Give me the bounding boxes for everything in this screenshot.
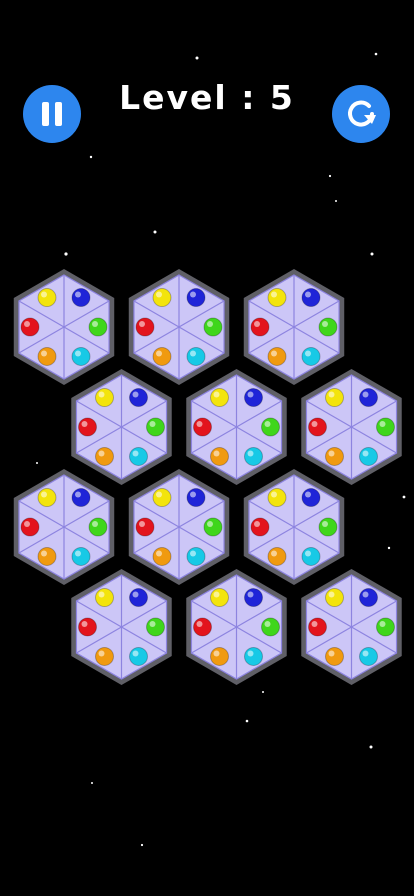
ball-yellow[interactable] <box>267 488 287 508</box>
ball-red[interactable] <box>78 417 97 437</box>
ball-yellow[interactable] <box>210 388 229 408</box>
ball-red[interactable] <box>78 617 97 637</box>
hex-tile[interactable] <box>243 269 345 385</box>
ball-blue[interactable] <box>359 588 378 608</box>
hex-tile[interactable] <box>301 569 402 685</box>
ball-cyan[interactable] <box>71 546 91 566</box>
ball-red[interactable] <box>308 417 327 437</box>
ball-green[interactable] <box>203 517 223 537</box>
ball-yellow[interactable] <box>325 388 344 408</box>
ball-yellow[interactable] <box>95 588 114 608</box>
ball-red[interactable] <box>193 417 212 437</box>
ball-orange[interactable] <box>95 646 114 666</box>
ball-yellow[interactable] <box>37 288 57 308</box>
ball-green[interactable] <box>146 617 165 637</box>
ball-green[interactable] <box>318 317 338 337</box>
ball-orange[interactable] <box>210 446 229 466</box>
ball-yellow[interactable] <box>95 388 114 408</box>
ball-green[interactable] <box>146 417 165 437</box>
ball-cyan[interactable] <box>301 346 321 366</box>
ball-blue[interactable] <box>186 488 206 508</box>
ball-green[interactable] <box>376 617 395 637</box>
ball-cyan[interactable] <box>359 446 378 466</box>
ball-yellow[interactable] <box>152 288 172 308</box>
hex-tile[interactable] <box>71 569 172 685</box>
ball-red[interactable] <box>20 317 40 337</box>
ball-yellow[interactable] <box>37 488 57 508</box>
ball-blue[interactable] <box>71 488 91 508</box>
ball-cyan[interactable] <box>186 546 206 566</box>
ball-orange[interactable] <box>325 446 344 466</box>
ball-red[interactable] <box>250 517 270 537</box>
ball-cyan[interactable] <box>186 346 206 366</box>
ball-orange[interactable] <box>210 646 229 666</box>
ball-green[interactable] <box>261 617 280 637</box>
ball-yellow[interactable] <box>325 588 344 608</box>
ball-red[interactable] <box>135 317 155 337</box>
ball-cyan[interactable] <box>71 346 91 366</box>
ball-green[interactable] <box>203 317 223 337</box>
ball-cyan[interactable] <box>359 646 378 666</box>
ball-orange[interactable] <box>37 346 57 366</box>
ball-green[interactable] <box>376 417 395 437</box>
ball-red[interactable] <box>308 617 327 637</box>
ball-yellow[interactable] <box>152 488 172 508</box>
ball-green[interactable] <box>261 417 280 437</box>
hex-tile[interactable] <box>128 469 230 585</box>
ball-red[interactable] <box>193 617 212 637</box>
ball-green[interactable] <box>318 517 338 537</box>
ball-blue[interactable] <box>244 588 263 608</box>
ball-orange[interactable] <box>95 446 114 466</box>
ball-yellow[interactable] <box>210 588 229 608</box>
ball-green[interactable] <box>88 517 108 537</box>
ball-blue[interactable] <box>244 388 263 408</box>
ball-cyan[interactable] <box>301 546 321 566</box>
ball-blue[interactable] <box>301 288 321 308</box>
ball-orange[interactable] <box>325 646 344 666</box>
hex-tile[interactable] <box>186 369 287 485</box>
hex-tile[interactable] <box>301 369 402 485</box>
ball-red[interactable] <box>250 317 270 337</box>
ball-cyan[interactable] <box>129 646 148 666</box>
ball-blue[interactable] <box>301 488 321 508</box>
ball-yellow[interactable] <box>267 288 287 308</box>
ball-red[interactable] <box>135 517 155 537</box>
ball-orange[interactable] <box>267 346 287 366</box>
ball-blue[interactable] <box>129 588 148 608</box>
hex-tile[interactable] <box>186 569 287 685</box>
ball-blue[interactable] <box>71 288 91 308</box>
hex-tile[interactable] <box>128 269 230 385</box>
game-board <box>13 269 402 685</box>
ball-green[interactable] <box>88 317 108 337</box>
hex-tile[interactable] <box>13 469 115 585</box>
ball-blue[interactable] <box>359 388 378 408</box>
ball-red[interactable] <box>20 517 40 537</box>
ball-blue[interactable] <box>129 388 148 408</box>
ball-cyan[interactable] <box>244 646 263 666</box>
ball-cyan[interactable] <box>244 446 263 466</box>
hex-tile[interactable] <box>13 269 115 385</box>
ball-orange[interactable] <box>152 546 172 566</box>
ball-cyan[interactable] <box>129 446 148 466</box>
hex-tile[interactable] <box>243 469 345 585</box>
ball-orange[interactable] <box>152 346 172 366</box>
ball-orange[interactable] <box>267 546 287 566</box>
ball-orange[interactable] <box>37 546 57 566</box>
hex-tile[interactable] <box>71 369 172 485</box>
ball-blue[interactable] <box>186 288 206 308</box>
